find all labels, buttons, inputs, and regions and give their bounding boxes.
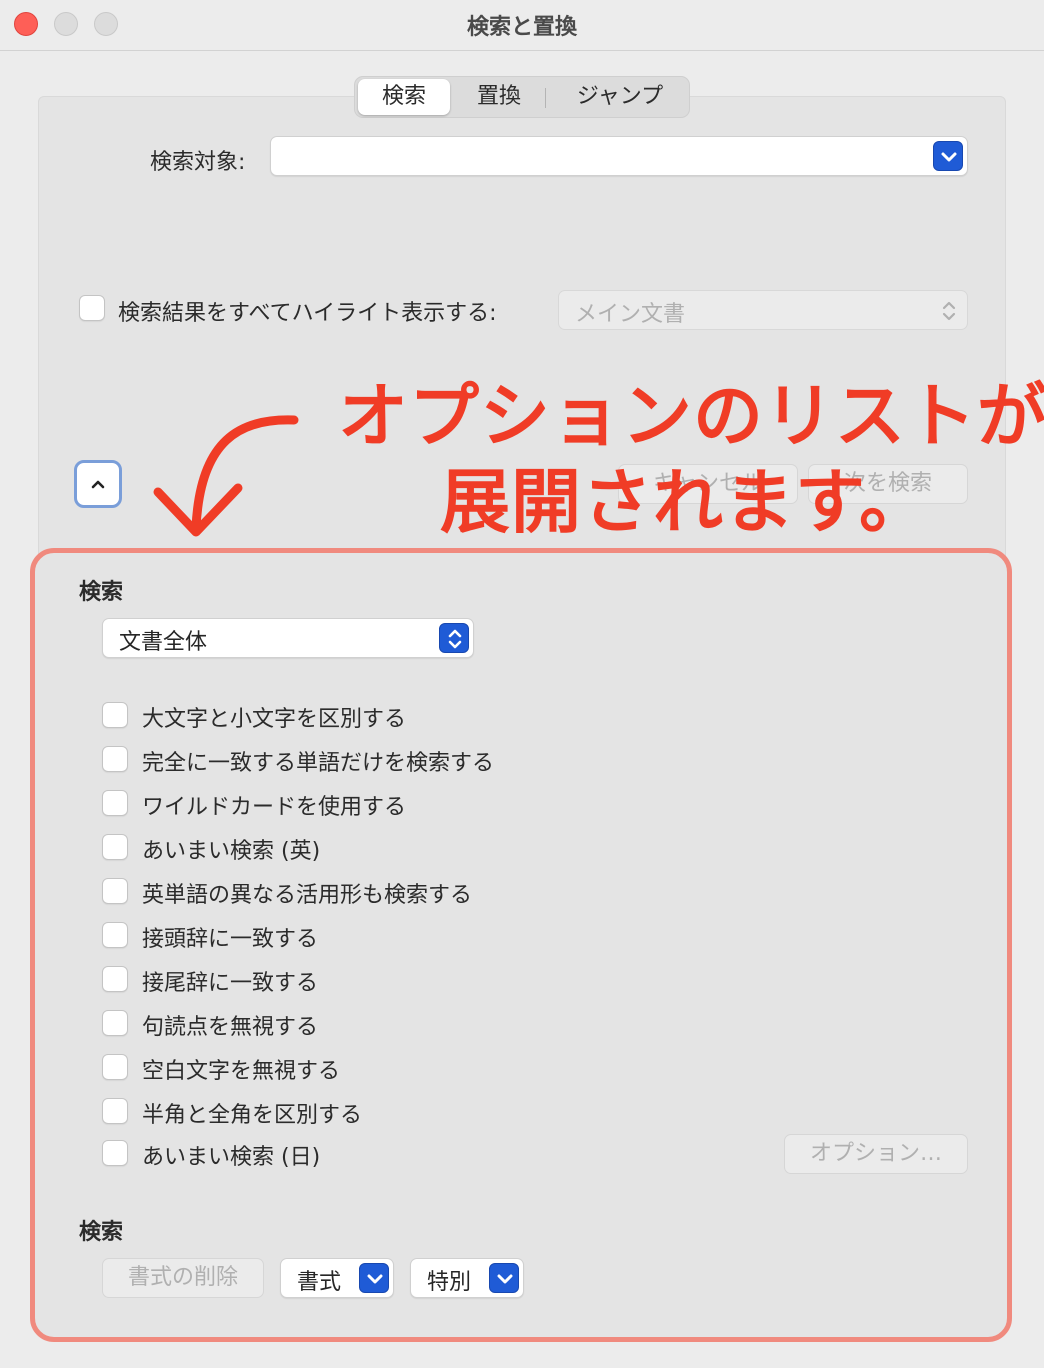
option-checkbox[interactable] [102, 1098, 128, 1124]
format-menu-label: 書式 [297, 1270, 342, 1295]
title-bar: 検索と置換 [0, 0, 1044, 51]
option-checkbox[interactable] [102, 746, 128, 772]
search-scope-stepper[interactable] [439, 623, 469, 653]
tab-replace[interactable]: 置換 [455, 79, 543, 115]
option-label: あいまい検索 (英) [142, 839, 321, 864]
format-menu-button[interactable]: 書式 [280, 1258, 394, 1298]
highlight-scope-select[interactable]: メイン文書 [558, 290, 968, 330]
option-label: 空白文字を無視する [142, 1059, 341, 1084]
up-down-chevron-icon [942, 301, 956, 321]
chevron-down-icon [497, 1274, 513, 1284]
options-disclosure-button[interactable] [74, 460, 122, 508]
up-down-chevron-icon [448, 629, 462, 649]
option-label: ワイルドカードを使用する [142, 795, 407, 820]
option-checkbox[interactable] [102, 1140, 128, 1166]
tab-bar: 検索 置換 ジャンプ [354, 76, 690, 118]
option-checkbox[interactable] [102, 1054, 128, 1080]
tab-search[interactable]: 検索 [358, 79, 450, 115]
chevron-down-icon [941, 152, 957, 162]
option-label: 半角と全角を区別する [142, 1103, 363, 1128]
option-label: あいまい検索 (日) [142, 1145, 321, 1170]
option-checkbox[interactable] [102, 702, 128, 728]
option-label: 完全に一致する単語だけを検索する [142, 751, 495, 776]
search-history-dropdown-button[interactable] [933, 141, 963, 171]
search-scope-select[interactable]: 文書全体 [102, 618, 474, 658]
option-checkbox[interactable] [102, 834, 128, 860]
fuzzy-options-button[interactable]: オプション… [784, 1134, 968, 1174]
search-target-label: 検索対象: [150, 150, 246, 175]
option-label: 接尾辞に一致する [142, 971, 319, 996]
option-label: 句読点を無視する [142, 1015, 319, 1040]
option-checkbox[interactable] [102, 790, 128, 816]
option-label: 英単語の異なる活用形も検索する [142, 883, 473, 908]
window-title: 検索と置換 [466, 15, 577, 40]
highlight-all-label: 検索結果をすべてハイライト表示する: [118, 301, 497, 326]
special-dropdown-button[interactable] [489, 1263, 519, 1293]
chevron-down-icon [367, 1274, 383, 1284]
annotation-line-2: 展開されます。 [440, 461, 930, 543]
tab-divider [545, 88, 546, 108]
option-label: 接頭辞に一致する [142, 927, 319, 952]
option-label: 大文字と小文字を区別する [142, 707, 407, 732]
tab-jump[interactable]: ジャンプ [555, 79, 685, 115]
option-checkbox[interactable] [102, 1010, 128, 1036]
special-menu-button[interactable]: 特別 [410, 1258, 524, 1298]
option-checkbox[interactable] [102, 922, 128, 948]
option-checkbox[interactable] [102, 878, 128, 904]
highlight-all-checkbox[interactable] [79, 295, 105, 321]
search-scope-value: 文書全体 [119, 630, 208, 655]
format-section-heading: 検索 [79, 1220, 124, 1245]
special-menu-label: 特別 [427, 1270, 472, 1295]
highlight-scope-value: メイン文書 [575, 302, 686, 327]
annotation-arrow-icon [153, 415, 299, 537]
search-target-input[interactable] [270, 136, 968, 176]
format-dropdown-button[interactable] [359, 1263, 389, 1293]
option-checkbox[interactable] [102, 966, 128, 992]
chevron-up-icon [91, 480, 105, 489]
clear-format-button[interactable]: 書式の削除 [102, 1258, 264, 1298]
search-section-heading: 検索 [79, 580, 124, 605]
